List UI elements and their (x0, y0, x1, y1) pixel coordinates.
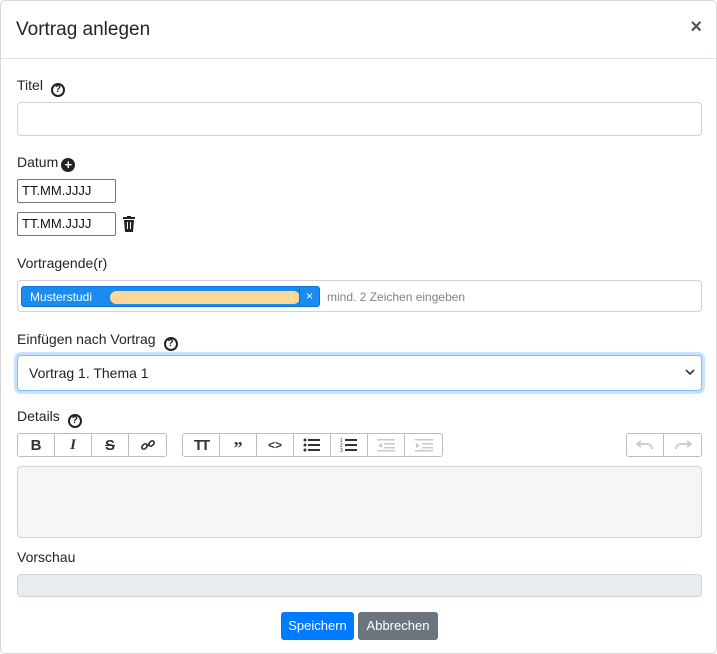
svg-text:3: 3 (340, 448, 343, 452)
einfuegen-label-text: Einfügen nach Vortrag (17, 331, 156, 347)
insert-after-select[interactable]: Vortrag 1. Thema 1 (17, 355, 702, 391)
undo-icon[interactable] (627, 434, 664, 456)
details-label-text: Details (17, 408, 60, 424)
speaker-tag: Musterstudi × (21, 286, 320, 307)
strikethrough-icon[interactable]: S (92, 434, 129, 456)
numbered-list-icon[interactable]: 123 (331, 434, 368, 456)
remove-tag-icon[interactable]: × (299, 287, 319, 306)
date-input-2[interactable]: TT.MM.JJJJ (17, 212, 116, 236)
titel-label-text: Titel (17, 77, 43, 93)
help-icon[interactable]: ? (163, 337, 178, 351)
quote-icon[interactable]: ” (220, 434, 257, 457)
titel-input[interactable] (17, 102, 702, 136)
chevron-down-icon (685, 369, 695, 376)
link-icon[interactable] (129, 434, 166, 456)
details-editor[interactable] (17, 466, 702, 538)
speaker-hint: mind. 2 Zeichen eingeben (327, 290, 466, 304)
modal-title: Vortrag anlegen (16, 19, 151, 40)
speaker-tag-input[interactable]: Musterstudi × mind. 2 Zeichen eingeben (17, 280, 702, 312)
datum-label: Datum + (17, 154, 76, 172)
einfuegen-label: Einfügen nach Vortrag? (17, 331, 178, 351)
close-button[interactable]: × (690, 17, 702, 37)
help-icon[interactable]: ? (50, 83, 65, 97)
editor-toolbar-group-block: TT ” <> 123 (182, 433, 443, 457)
code-icon[interactable]: <> (257, 434, 294, 456)
details-label: Details? (17, 408, 82, 428)
datum-label-text: Datum (17, 154, 59, 170)
titel-label: Titel? (17, 77, 65, 97)
modal-header: Vortrag anlegen × (1, 1, 716, 59)
vorschau-label: Vorschau (17, 549, 76, 565)
add-date-icon[interactable]: + (61, 158, 76, 172)
help-icon[interactable]: ? (67, 414, 82, 428)
preview-box (17, 574, 702, 597)
bold-icon[interactable]: B (18, 434, 55, 456)
speaker-tag-text: Musterstudi (30, 290, 93, 304)
editor-toolbar-group-format: B I S (17, 433, 167, 457)
redo-icon[interactable] (664, 434, 701, 456)
editor-toolbar-group-history (626, 433, 702, 457)
create-talk-modal: Vortrag anlegen × Titel? Datum + TT.MM.JJ… (0, 0, 717, 654)
cancel-button[interactable]: Abbrechen (358, 612, 438, 640)
indent-icon[interactable] (405, 434, 442, 456)
outdent-icon[interactable] (368, 434, 405, 456)
italic-icon[interactable]: I (55, 434, 92, 456)
redacted-name (110, 291, 300, 304)
vortragende-label: Vortragende(r) (17, 255, 108, 271)
insert-after-value: Vortrag 1. Thema 1 (29, 365, 149, 381)
date-input-1[interactable]: TT.MM.JJJJ (17, 179, 116, 203)
trash-icon[interactable] (122, 216, 136, 232)
heading-icon[interactable]: TT (183, 434, 220, 456)
save-button[interactable]: Speichern (281, 612, 354, 640)
bullet-list-icon[interactable] (294, 434, 331, 456)
